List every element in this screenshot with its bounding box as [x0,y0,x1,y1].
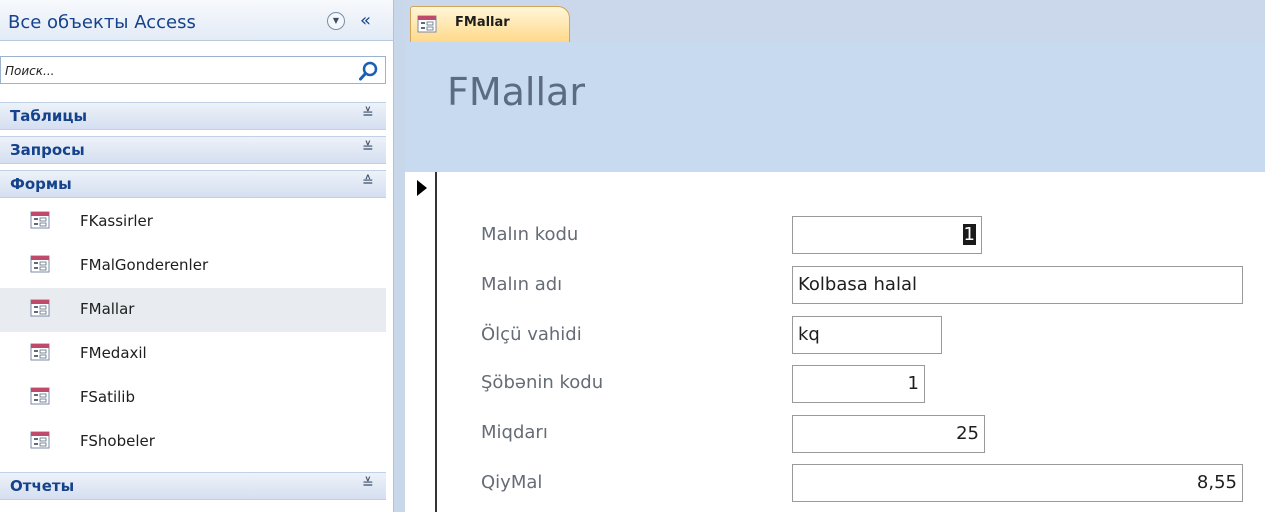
field-label-sobenin-kodu: Şöbənin kodu [481,372,604,393]
form-header: FMallar [405,42,1265,172]
form-icon [30,211,50,229]
navigation-pane-title[interactable]: Все объекты Access [8,12,196,33]
document-tab-bar: FMallar [405,0,1265,42]
record-selector[interactable] [405,172,437,512]
nav-item-fkassirler[interactable]: FKassirler [0,200,386,244]
field-label-qiymal: QiyMal [481,472,543,493]
nav-item-label: FMedaxil [80,344,147,362]
nav-item-label: FSatilib [80,388,135,406]
group-header-reports[interactable]: Отчеты ≚ [0,472,386,500]
nav-item-fmallar[interactable]: FMallar [0,288,386,332]
field-value: 1 [962,224,976,245]
nav-item-label: FShobeler [80,432,155,450]
form-icon [30,255,50,273]
nav-item-label: FMalGonderenler [80,256,209,274]
field-qiymal[interactable]: 8,55 [792,464,1243,502]
group-label: Отчеты [10,477,75,495]
nav-item-fsatilib[interactable]: FSatilib [0,376,386,420]
group-header-forms[interactable]: Формы ≙ [0,170,386,198]
form-icon [30,431,50,449]
nav-item-fmalgonderenler[interactable]: FMalGonderenler [0,244,386,288]
form-icon [30,343,50,361]
field-miqdari[interactable]: 25 [792,415,985,453]
field-olcu-vahidi[interactable]: kq [792,316,942,354]
group-label: Запросы [10,141,85,159]
search-icon[interactable] [358,60,380,82]
pane-splitter[interactable] [393,0,405,512]
shutter-collapse-icon[interactable]: « [360,10,371,31]
field-label-malin-kodu: Malın kodu [481,224,579,245]
navigation-pane-header[interactable]: Все объекты Access ▼ « [0,0,393,41]
form-title: FMallar [447,70,585,114]
search-box [0,56,386,85]
expand-chevron-icon: ≚ [362,140,374,156]
nav-item-fmedaxil[interactable]: FMedaxil [0,332,386,376]
search-input[interactable] [3,57,357,85]
form-icon [30,387,50,405]
chevron-down-icon[interactable]: ▼ [327,12,345,30]
field-label-miqdari: Miqdarı [481,422,548,443]
nav-item-label: FKassirler [80,212,153,230]
collapse-chevron-icon: ≙ [362,174,374,190]
field-sobenin-kodu[interactable]: 1 [792,365,925,403]
group-header-tables[interactable]: Таблицы ≚ [0,102,386,130]
expand-chevron-icon: ≚ [362,476,374,492]
field-label-olcu-vahidi: Ölçü vahidi [481,324,582,345]
group-header-queries[interactable]: Запросы ≚ [0,136,386,164]
current-record-arrow-icon [417,180,427,196]
field-label-malin-adi: Malın adı [481,274,563,295]
field-malin-adi[interactable]: Kolbasa halal [792,266,1243,304]
group-label: Таблицы [10,107,88,125]
tab-label: FMallar [455,15,510,30]
form-detail: Malın kodu 1 Malın adı Kolbasa halal Ölç… [437,172,1265,512]
group-label: Формы [10,175,72,193]
form-icon [30,299,50,317]
nav-item-fshobeler[interactable]: FShobeler [0,420,386,464]
nav-item-label: FMallar [80,300,135,318]
field-malin-kodu[interactable]: 1 [792,216,982,254]
form-icon [417,15,437,33]
expand-chevron-icon: ≚ [362,106,374,122]
navigation-pane: Все объекты Access ▼ « Таблицы ≚ Запросы… [0,0,393,512]
tab-fmallar[interactable]: FMallar [410,6,570,42]
